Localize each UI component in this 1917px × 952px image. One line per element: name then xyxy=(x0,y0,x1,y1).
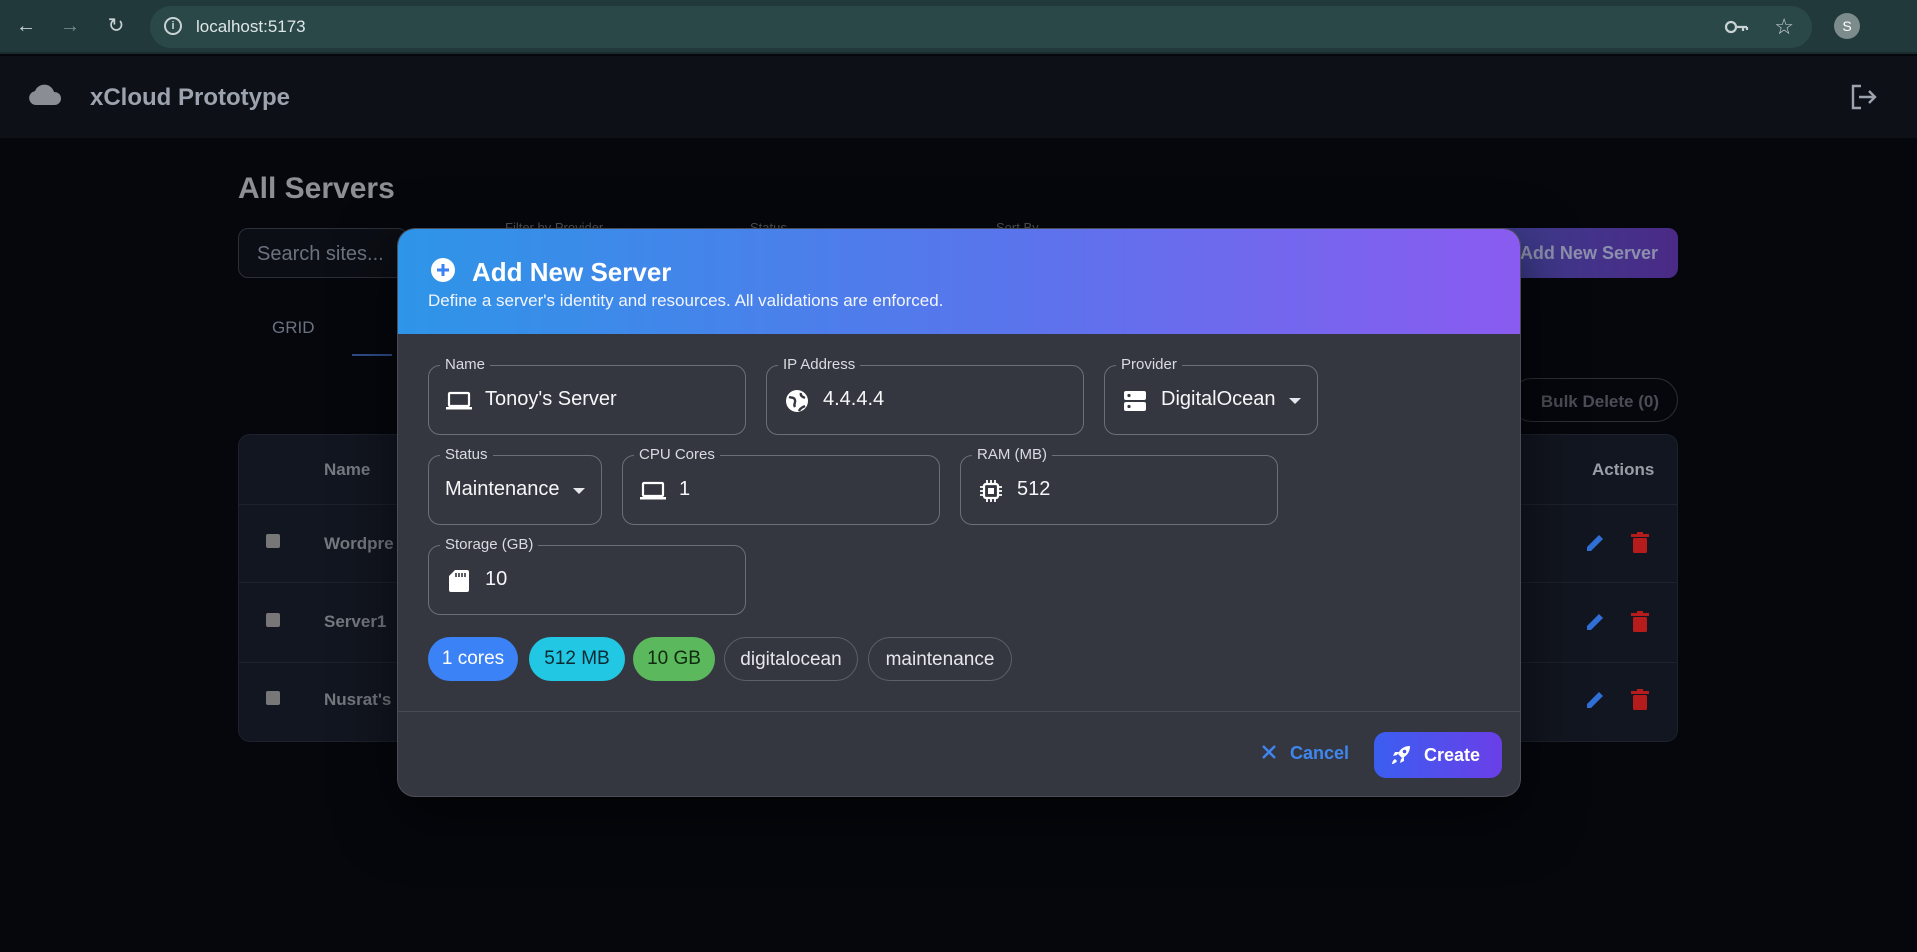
back-icon[interactable]: ← xyxy=(12,12,40,40)
cancel-button[interactable]: Cancel xyxy=(1258,733,1368,777)
dialog-title: Add New Server xyxy=(472,257,672,287)
url-text[interactable]: localhost:5173 xyxy=(196,17,306,37)
storage-value[interactable]: 10 xyxy=(485,568,507,591)
cpu-cores-field[interactable]: CPU Cores 1 xyxy=(622,446,940,525)
row-checkbox[interactable] xyxy=(266,534,280,548)
field-label: CPU Cores xyxy=(634,446,720,463)
close-icon xyxy=(1258,741,1280,763)
server-icon xyxy=(1121,388,1149,414)
cloud-icon xyxy=(28,84,62,106)
ip-address-field[interactable]: IP Address 4.4.4.4 xyxy=(766,356,1084,435)
cancel-label: Cancel xyxy=(1290,743,1350,763)
logout-icon[interactable] xyxy=(1848,82,1878,112)
dialog-subtitle: Define a server's identity and resources… xyxy=(428,291,944,310)
field-label: Name xyxy=(440,356,491,373)
column-header-actions: Actions xyxy=(1592,460,1655,479)
storage-chip: 10 GB xyxy=(633,637,715,681)
site-info-icon[interactable]: i xyxy=(164,17,182,35)
laptop-icon xyxy=(639,478,667,504)
table-row-name: Nusrat's xyxy=(324,690,392,709)
table-row-name: Server1 xyxy=(324,612,387,631)
delete-icon[interactable] xyxy=(1630,532,1650,554)
field-label: RAM (MB) xyxy=(972,446,1052,463)
server-name-field[interactable]: Name Tonoy's Server xyxy=(428,356,746,435)
cores-chip: 1 cores xyxy=(428,637,518,681)
field-label: IP Address xyxy=(778,356,861,373)
delete-icon[interactable] xyxy=(1630,689,1650,711)
reload-icon[interactable]: ↻ xyxy=(102,12,130,40)
app-title: xCloud Prototype xyxy=(90,84,291,111)
tab-grid[interactable]: GRID xyxy=(272,318,315,338)
provider-value[interactable]: DigitalOcean xyxy=(1161,388,1276,411)
field-label: Status xyxy=(440,446,493,463)
forward-icon[interactable]: → xyxy=(56,12,84,40)
chevron-down-icon[interactable] xyxy=(573,488,585,494)
delete-icon[interactable] xyxy=(1630,611,1650,633)
page-title: All Servers xyxy=(238,172,395,205)
password-key-icon[interactable] xyxy=(1724,16,1750,38)
search-input[interactable]: Search sites... xyxy=(238,228,408,278)
rocket-icon xyxy=(1390,744,1412,766)
profile-avatar[interactable]: S xyxy=(1834,13,1860,39)
ram-chip: 512 MB xyxy=(529,637,625,681)
storage-field[interactable]: Storage (GB) 10 xyxy=(428,536,746,615)
status-chip: maintenance xyxy=(868,637,1012,681)
row-checkbox[interactable] xyxy=(266,613,280,627)
bulk-delete-button[interactable]: Bulk Delete (0) xyxy=(1510,378,1678,422)
chevron-down-icon[interactable] xyxy=(1289,398,1301,404)
add-server-dialog: Add New Server Define a server's identit… xyxy=(397,228,1521,797)
status-value[interactable]: Maintenance xyxy=(445,478,560,501)
dialog-divider xyxy=(398,711,1520,712)
ip-address-value[interactable]: 4.4.4.4 xyxy=(823,388,884,411)
edit-icon[interactable] xyxy=(1584,611,1606,633)
ram-field[interactable]: RAM (MB) 512 xyxy=(960,446,1278,525)
table-row-name: Wordpre xyxy=(324,534,394,553)
laptop-icon xyxy=(445,388,473,414)
edit-icon[interactable] xyxy=(1584,532,1606,554)
browser-toolbar: ← → ↻ i localhost:5173 ☆ S xyxy=(0,0,1917,54)
add-circle-icon xyxy=(430,257,456,283)
provider-select[interactable]: Provider DigitalOcean xyxy=(1104,356,1318,435)
bookmark-star-icon[interactable]: ☆ xyxy=(1774,14,1794,40)
tab-list-indicator xyxy=(352,354,392,356)
cpu-cores-value[interactable]: 1 xyxy=(679,478,690,501)
create-button[interactable]: Create xyxy=(1374,732,1502,778)
field-label: Storage (GB) xyxy=(440,536,539,553)
provider-chip: digitalocean xyxy=(724,637,858,681)
chip-icon xyxy=(977,478,1005,504)
sd-card-icon xyxy=(445,568,473,594)
column-header-name: Name xyxy=(324,460,371,479)
ram-value[interactable]: 512 xyxy=(1017,478,1050,501)
status-select[interactable]: Status Maintenance xyxy=(428,446,602,525)
edit-icon[interactable] xyxy=(1584,689,1606,711)
create-label: Create xyxy=(1424,745,1481,765)
field-label: Provider xyxy=(1116,356,1182,373)
server-name-value[interactable]: Tonoy's Server xyxy=(485,388,617,411)
dialog-header: Add New Server Define a server's identit… xyxy=(398,229,1520,334)
row-checkbox[interactable] xyxy=(266,691,280,705)
globe-icon xyxy=(783,388,811,414)
search-placeholder: Search sites... xyxy=(257,243,384,265)
address-bar[interactable]: i localhost:5173 ☆ xyxy=(150,6,1812,48)
